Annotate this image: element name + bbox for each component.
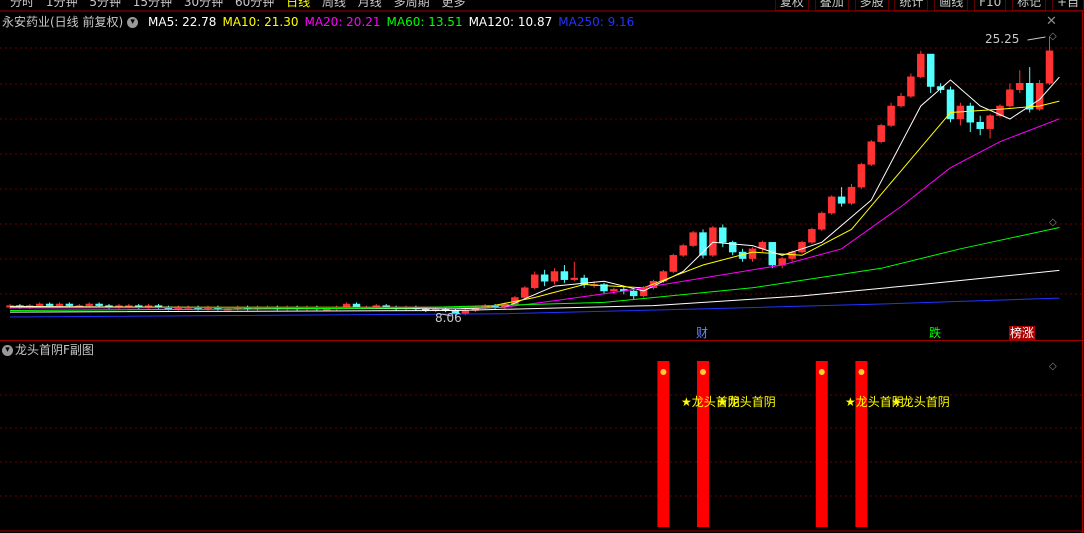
- ma-legend-item: MA60: 13.51: [386, 15, 463, 29]
- ma-legend-item: MA250: 9.16: [558, 15, 635, 29]
- signal-dot: [700, 369, 706, 375]
- candle-body: [946, 89, 955, 120]
- signal-dot: [660, 369, 667, 375]
- event-marker-finance: 财: [696, 326, 709, 340]
- candle-body: [818, 212, 826, 230]
- candle-body: [986, 115, 994, 129]
- close-icon[interactable]: ✕: [1046, 14, 1057, 30]
- candle-body: [847, 186, 856, 204]
- ma-legend-item: MA20: 20.21: [304, 15, 381, 29]
- candle-body: [610, 289, 618, 292]
- ma-legend-item: MA120: 10.87: [468, 15, 553, 29]
- candle-body: [540, 274, 549, 282]
- candle-body: [521, 287, 529, 298]
- candle-body: [827, 196, 836, 214]
- signal-bar: [657, 361, 670, 527]
- candle-body: [907, 76, 915, 97]
- high-price-pointer: [1027, 36, 1046, 41]
- signal-bar: [855, 361, 868, 527]
- candle-body: [857, 164, 866, 188]
- candle-body: [1006, 89, 1014, 107]
- candle-body: [917, 53, 925, 78]
- candle-body: [808, 229, 816, 243]
- ma-legend-item: MA10: 21.30: [222, 15, 299, 29]
- diamond-icon[interactable]: ◇: [1049, 218, 1057, 228]
- ma-legend-item: MA5: 22.78: [148, 15, 217, 29]
- sub-chart-legend: ▾ 龙头首阴F副图: [2, 342, 94, 358]
- candle-body: [323, 308, 331, 311]
- ma-line-ma60: [9, 227, 1060, 311]
- diamond-icon[interactable]: ◇: [1049, 362, 1057, 372]
- candle-body: [95, 303, 103, 306]
- candle-body: [35, 303, 44, 306]
- candle-body: [926, 53, 935, 87]
- candle-body: [570, 277, 579, 280]
- candle-body: [65, 303, 74, 306]
- low-price-label: 8.06: [435, 311, 462, 325]
- candle-body: [837, 196, 846, 204]
- candle-body: [867, 141, 876, 165]
- candle-body: [719, 227, 727, 243]
- high-price-label: 25.25: [985, 32, 1020, 46]
- ma-legend: 永安药业(日线 前复权) ▾ MA5: 22.78 MA10: 21.30 MA20:…: [2, 14, 646, 30]
- candle-body: [877, 125, 885, 142]
- candle-body: [1016, 83, 1024, 90]
- candle-body: [1045, 50, 1054, 84]
- candle-body: [897, 95, 905, 107]
- candle-body: [1025, 83, 1034, 110]
- candle-body: [639, 287, 648, 297]
- candle-body: [976, 121, 984, 129]
- candle-body: [887, 105, 895, 126]
- event-marker-drop: 跌: [929, 326, 942, 340]
- candle-body: [679, 245, 687, 256]
- signal-dot: [818, 369, 825, 375]
- candle-body: [461, 310, 470, 314]
- diamond-icon[interactable]: ◇: [1049, 32, 1057, 42]
- candle-body: [798, 242, 806, 253]
- signal-label: ★龙头首阴: [891, 395, 950, 409]
- candle-body: [560, 271, 569, 280]
- chevron-down-icon[interactable]: ▾: [127, 17, 139, 28]
- candle-body: [85, 303, 93, 306]
- signal-bar: [815, 361, 828, 527]
- candle-body: [629, 290, 638, 297]
- candle-body: [966, 105, 975, 123]
- signal-dot: [858, 369, 865, 375]
- candle-body: [55, 303, 64, 306]
- kline-chart[interactable]: [0, 0, 1084, 533]
- stock-title: 永安药业(日线 前复权): [2, 15, 124, 29]
- sub-chart-title: 龙头首阴F副图: [15, 343, 94, 357]
- candle-body: [530, 274, 539, 289]
- candle-body: [709, 227, 717, 256]
- candle-body: [45, 303, 54, 306]
- candle-body: [748, 248, 757, 259]
- candle-body: [689, 232, 697, 246]
- candle-body: [669, 255, 678, 272]
- signal-bar: [697, 361, 709, 527]
- event-marker-list-rise: 榜涨: [1009, 326, 1036, 340]
- signal-label: ★龙头首阴: [717, 395, 776, 409]
- candle-body: [550, 271, 559, 282]
- chevron-down-icon[interactable]: ▾: [2, 345, 13, 356]
